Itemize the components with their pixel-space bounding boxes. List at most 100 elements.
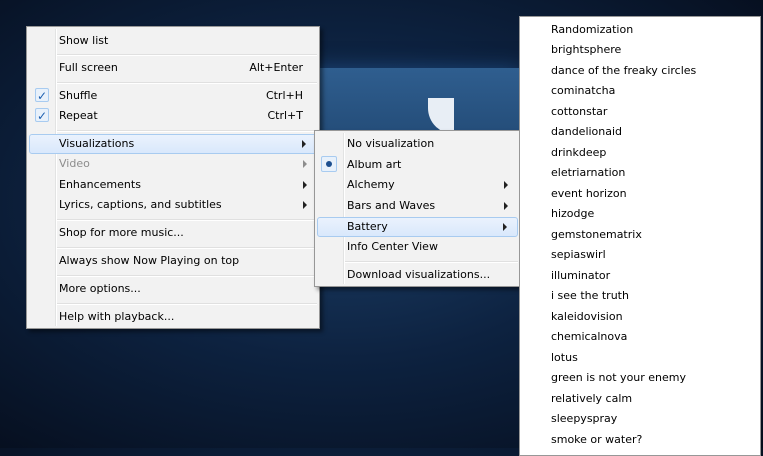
menu-item-battery-preset[interactable]: hizodge: [551, 204, 594, 224]
submenu-arrow-icon: [303, 201, 307, 209]
menu-item-label: smoke or water?: [551, 433, 643, 446]
now-playing-context-menu: Show list Full screen Alt+Enter ✓ Shuffl…: [26, 26, 320, 329]
menu-item-battery-preset[interactable]: cottonstar: [551, 102, 607, 122]
menu-item-battery-preset[interactable]: Randomization: [551, 20, 633, 40]
menu-item-label: Info Center View: [347, 240, 438, 253]
menu-item-info-center-view[interactable]: Info Center View: [317, 237, 518, 257]
menu-item-repeat[interactable]: ✓ Repeat Ctrl+T: [29, 106, 317, 126]
menu-item-battery-preset[interactable]: dandelionaid: [551, 122, 622, 142]
menu-item-shuffle[interactable]: ✓ Shuffle Ctrl+H: [29, 86, 317, 106]
menu-item-label: Album art: [347, 158, 402, 171]
menu-item-label: Bars and Waves: [347, 199, 436, 212]
menu-separator: [57, 54, 317, 56]
menu-separator: [57, 130, 317, 132]
menu-item-label: green is not your enemy: [551, 371, 687, 384]
menu-item-battery-preset[interactable]: chemicalnova: [551, 327, 627, 347]
menu-item-label: Alchemy: [347, 178, 395, 191]
shortcut-label: Alt+Enter: [249, 61, 303, 74]
menu-item-battery-preset[interactable]: illuminator: [551, 266, 610, 286]
shortcut-label: Ctrl+H: [265, 89, 303, 102]
menu-item-battery-preset[interactable]: eletriarnation: [551, 163, 625, 183]
menu-item-label: sleepyspray: [551, 412, 618, 425]
menu-item-battery-preset[interactable]: brightsphere: [551, 40, 621, 60]
menu-separator: [57, 82, 317, 84]
menu-item-bars-and-waves[interactable]: Bars and Waves: [317, 196, 518, 216]
menu-separator: [57, 247, 317, 249]
visualizations-submenu: No visualization Album art Alchemy Bars …: [314, 130, 521, 287]
menu-separator: [345, 261, 518, 263]
menu-item-label: chemicalnova: [551, 330, 628, 343]
shortcut-label: Ctrl+T: [267, 109, 303, 122]
menu-item-label: Full screen: [59, 61, 118, 74]
menu-item-label: Shop for more music...: [59, 226, 184, 239]
menu-item-battery-preset[interactable]: event horizon: [551, 184, 627, 204]
menu-item-battery-preset[interactable]: dance of the freaky circles: [551, 61, 696, 81]
menu-item-battery-preset[interactable]: lotus: [551, 348, 578, 368]
menu-item-battery-preset[interactable]: green is not your enemy: [551, 368, 686, 388]
menu-item-label: brightsphere: [551, 43, 622, 56]
menu-item-battery[interactable]: Battery: [317, 217, 518, 237]
menu-item-label: illuminator: [551, 269, 611, 282]
menu-item-label: Always show Now Playing on top: [59, 254, 240, 267]
menu-item-video[interactable]: Video: [29, 154, 317, 174]
menu-item-label: Repeat: [59, 109, 98, 122]
menu-separator: [57, 275, 317, 277]
checkmark-icon: ✓: [35, 88, 49, 103]
submenu-arrow-icon: [303, 181, 307, 189]
submenu-arrow-icon: [504, 181, 508, 189]
submenu-arrow-icon: [303, 160, 307, 168]
menu-item-label: Randomization: [551, 23, 634, 36]
menu-item-label: Video: [59, 157, 90, 170]
submenu-arrow-icon: [503, 223, 507, 231]
battery-submenu: Randomization brightsphere dance of the …: [519, 16, 761, 456]
menu-item-battery-preset[interactable]: cominatcha: [551, 81, 615, 101]
menu-item-full-screen[interactable]: Full screen Alt+Enter: [29, 58, 317, 78]
menu-item-label: relatively calm: [551, 392, 633, 405]
menu-item-battery-preset[interactable]: sleepyspray: [551, 409, 617, 429]
menu-item-alchemy[interactable]: Alchemy: [317, 175, 518, 195]
menu-item-battery-preset[interactable]: gemstonematrix: [551, 225, 642, 245]
radio-selected-icon: [321, 156, 337, 172]
menu-item-show-list[interactable]: Show list: [29, 31, 317, 51]
menu-item-label: Download visualizations...: [347, 268, 491, 281]
menu-item-battery-preset[interactable]: i see the truth: [551, 286, 629, 306]
menu-item-label: Shuffle: [59, 89, 98, 102]
menu-item-label: sepiaswirl: [551, 248, 606, 261]
menu-item-label: Visualizations: [59, 137, 135, 150]
menu-item-label: Enhancements: [59, 178, 141, 191]
menu-item-label: dandelionaid: [551, 125, 623, 138]
menu-item-battery-preset[interactable]: sepiaswirl: [551, 245, 606, 265]
menu-item-help-with-playback[interactable]: Help with playback...: [29, 307, 317, 327]
menu-item-label: More options...: [59, 282, 141, 295]
checkmark-icon: ✓: [35, 108, 49, 123]
menu-item-label: No visualization: [347, 137, 435, 150]
menu-item-label: Lyrics, captions, and subtitles: [59, 198, 222, 211]
menu-item-lyrics-captions-subtitles[interactable]: Lyrics, captions, and subtitles: [29, 195, 317, 215]
menu-item-label: hizodge: [551, 207, 595, 220]
menu-item-label: cottonstar: [551, 105, 608, 118]
menu-item-label: drinkdeep: [551, 146, 607, 159]
menu-item-label: event horizon: [551, 187, 627, 200]
menu-item-battery-preset[interactable]: smoke or water?: [551, 430, 642, 450]
menu-separator: [57, 219, 317, 221]
menu-item-label: i see the truth: [551, 289, 629, 302]
menu-item-label: kaleidovision: [551, 310, 623, 323]
menu-item-label: gemstonematrix: [551, 228, 642, 241]
menu-item-battery-preset[interactable]: relatively calm: [551, 389, 632, 409]
menu-item-always-on-top[interactable]: Always show Now Playing on top: [29, 251, 317, 271]
menu-item-album-art[interactable]: Album art: [317, 155, 518, 175]
menu-item-visualizations[interactable]: Visualizations: [29, 134, 317, 154]
menu-item-label: Show list: [59, 34, 109, 47]
menu-item-download-visualizations[interactable]: Download visualizations...: [317, 265, 518, 285]
menu-item-label: lotus: [551, 351, 578, 364]
menu-item-label: Battery: [347, 220, 388, 233]
menu-item-label: dance of the freaky circles: [551, 64, 697, 77]
menu-item-label: Help with playback...: [59, 310, 175, 323]
menu-item-battery-preset[interactable]: drinkdeep: [551, 143, 606, 163]
menu-item-shop-for-music[interactable]: Shop for more music...: [29, 223, 317, 243]
menu-item-battery-preset[interactable]: kaleidovision: [551, 307, 623, 327]
menu-item-label: eletriarnation: [551, 166, 626, 179]
menu-item-enhancements[interactable]: Enhancements: [29, 175, 317, 195]
menu-item-no-visualization[interactable]: No visualization: [317, 134, 518, 154]
menu-item-more-options[interactable]: More options...: [29, 279, 317, 299]
